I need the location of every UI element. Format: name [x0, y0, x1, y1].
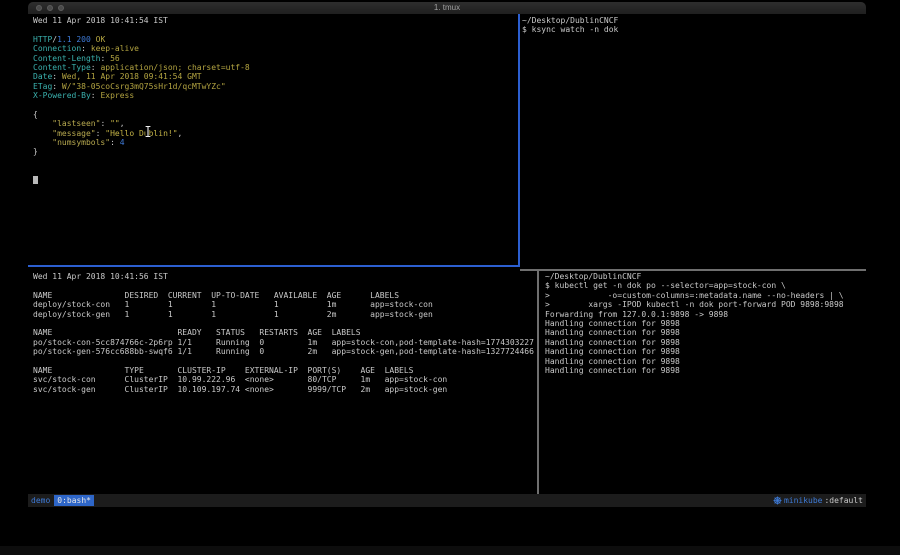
terminal-line: Content-Length: 56 — [33, 54, 516, 63]
terminal-line: Handling connection for 9898 — [545, 366, 863, 375]
pane-port-forward[interactable]: ~/Desktop/DublinCNCF$ kubectl get -n dok… — [545, 272, 863, 375]
terminal-line: svc/stock-gen ClusterIP 10.109.197.74 <n… — [33, 385, 535, 394]
terminal-line: deploy/stock-con 1 1 1 1 1m app=stock-co… — [33, 300, 535, 309]
terminal-line: Handling connection for 9898 — [545, 328, 863, 337]
terminal-line: X-Powered-By: Express — [33, 91, 516, 100]
terminal-line — [33, 25, 516, 34]
terminal-line: } — [33, 147, 516, 156]
terminal-line — [33, 281, 535, 290]
terminal-line: Handling connection for 9898 — [545, 338, 863, 347]
terminal-window: 1. tmux Wed 11 Apr 2018 10:41:54 IST HTTP… — [28, 2, 866, 509]
tmux-status-bar: demo 0:bash* minikube :default — [28, 494, 866, 507]
mouse-ibeam-cursor — [144, 125, 152, 138]
pane-divider-vertical-top[interactable] — [518, 14, 520, 267]
zoom-window-button[interactable] — [58, 5, 64, 11]
minimize-window-button[interactable] — [47, 5, 53, 11]
terminal-line: "message": "Hello Dublin!", — [33, 129, 516, 138]
pane-http-response[interactable]: Wed 11 Apr 2018 10:41:54 IST HTTP/1.1 200… — [33, 16, 516, 185]
terminal-line: NAME DESIRED CURRENT UP-TO-DATE AVAILABL… — [33, 291, 535, 300]
kube-namespace: :default — [824, 496, 863, 505]
terminal-line: Connection: keep-alive — [33, 44, 516, 53]
terminal-block-cursor — [33, 176, 38, 184]
terminal-line — [33, 166, 516, 175]
terminal-line: Handling connection for 9898 — [545, 357, 863, 366]
terminal-line: Handling connection for 9898 — [545, 319, 863, 328]
terminal-line: Wed 11 Apr 2018 10:41:54 IST — [33, 16, 516, 25]
traffic-lights — [36, 5, 64, 11]
kubernetes-helm-icon — [773, 496, 782, 505]
terminal-line — [33, 157, 516, 166]
window-title: 1. tmux — [28, 2, 866, 14]
terminal-line: > -o=custom-columns=:metadata.name --no-… — [545, 291, 863, 300]
terminal-line: svc/stock-con ClusterIP 10.99.222.96 <no… — [33, 375, 535, 384]
terminal-line: ~/Desktop/DublinCNCF — [545, 272, 863, 281]
pane-divider-horizontal-left[interactable] — [28, 265, 520, 267]
window-titlebar[interactable]: 1. tmux — [28, 2, 866, 14]
terminal-line: HTTP/1.1 200 OK — [33, 35, 516, 44]
terminal-line: po/stock-con-5cc874766c-2p6rp 1/1 Runnin… — [33, 338, 535, 347]
screen-background: 1. tmux Wed 11 Apr 2018 10:41:54 IST HTTP… — [0, 0, 900, 555]
terminal-line: po/stock-gen-576cc688bb-swqf6 1/1 Runnin… — [33, 347, 535, 356]
tmux-active-window-tab[interactable]: 0:bash* — [54, 495, 94, 506]
terminal-line: ETag: W/"38-05coCsrg3mQ75sHr1d/qcMTwYZc" — [33, 82, 516, 91]
terminal-line: ~/Desktop/DublinCNCF — [522, 16, 862, 25]
status-right: minikube :default — [773, 496, 863, 505]
terminal-line: Forwarding from 127.0.0.1:9898 -> 9898 — [545, 310, 863, 319]
terminal-line — [33, 357, 535, 366]
terminal-line: "lastseen": "", — [33, 119, 516, 128]
terminal-line: NAME READY STATUS RESTARTS AGE LABELS — [33, 328, 535, 337]
terminal-line: $ ksync watch -n dok — [522, 25, 862, 34]
terminal-line: > xargs -IPOD kubectl -n dok port-forwar… — [545, 300, 863, 309]
tmux-session-name: demo — [31, 496, 50, 505]
terminal-line: $ kubectl get -n dok po --selector=app=s… — [545, 281, 863, 290]
pane-kubectl-get[interactable]: Wed 11 Apr 2018 10:41:56 IST NAME DESIRED… — [33, 272, 535, 394]
tmux-terminal: Wed 11 Apr 2018 10:41:54 IST HTTP/1.1 200… — [28, 14, 866, 494]
status-left: demo 0:bash* — [31, 495, 94, 506]
terminal-line: Content-Type: application/json; charset=… — [33, 63, 516, 72]
terminal-line — [33, 319, 535, 328]
terminal-line: Handling connection for 9898 — [545, 347, 863, 356]
pane-divider-vertical-bottom[interactable] — [537, 271, 539, 494]
terminal-line: { — [33, 110, 516, 119]
pane-ksync-watch[interactable]: ~/Desktop/DublinCNCF$ ksync watch -n dok — [522, 16, 862, 35]
bottom-strip — [0, 546, 900, 555]
terminal-line: Wed 11 Apr 2018 10:41:56 IST — [33, 272, 535, 281]
terminal-line — [33, 101, 516, 110]
terminal-line: Date: Wed, 11 Apr 2018 09:41:54 GMT — [33, 72, 516, 81]
terminal-line: "numsymbols": 4 — [33, 138, 516, 147]
terminal-line: deploy/stock-gen 1 1 1 1 2m app=stock-ge… — [33, 310, 535, 319]
close-window-button[interactable] — [36, 5, 42, 11]
pane-divider-horizontal-right[interactable] — [520, 269, 866, 271]
terminal-line — [33, 176, 516, 185]
kube-context: minikube — [784, 496, 823, 505]
terminal-line: NAME TYPE CLUSTER-IP EXTERNAL-IP PORT(S)… — [33, 366, 535, 375]
